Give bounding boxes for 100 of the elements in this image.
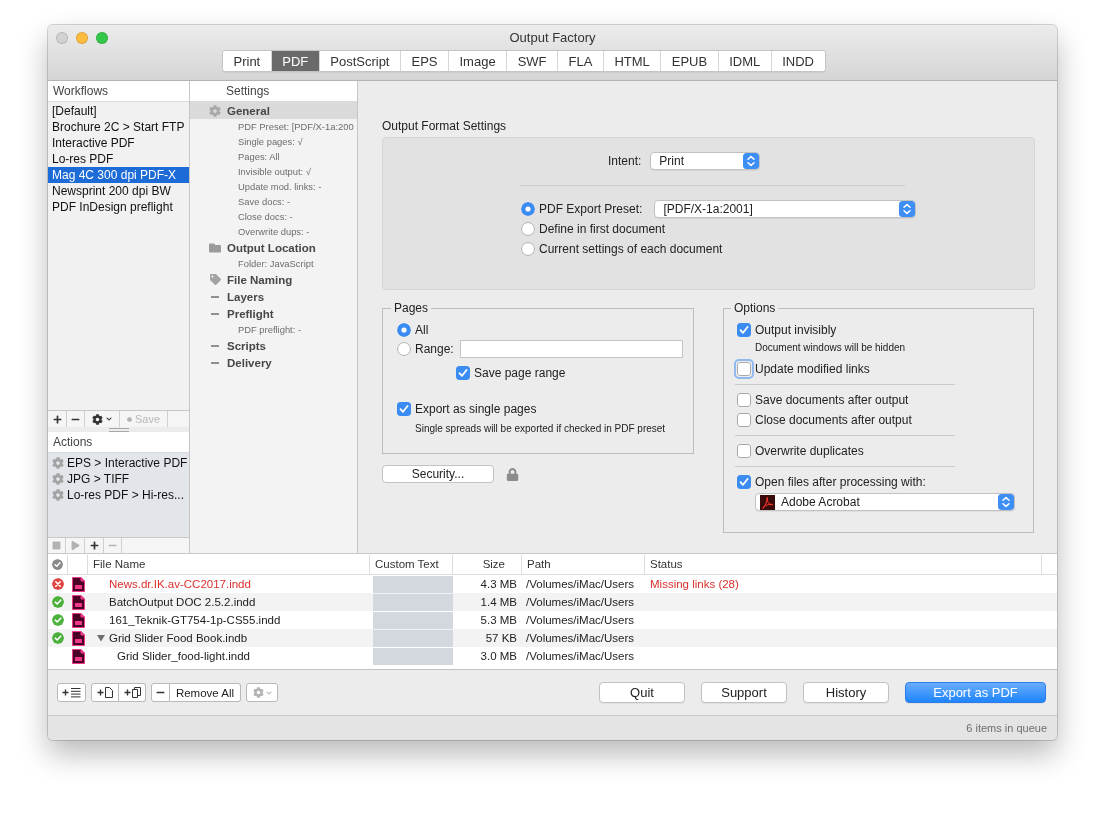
column-header[interactable]: Size	[453, 555, 522, 574]
custom-text-field[interactable]	[373, 575, 453, 593]
checkbox[interactable]	[737, 323, 751, 337]
workflow-item[interactable]: Mag 4C 300 dpi PDF-X	[48, 167, 189, 183]
format-tab[interactable]: HTML	[603, 51, 662, 71]
action-item[interactable]: Lo-res PDF > Hi-res...	[48, 487, 189, 503]
setting-summary: Pages: All	[237, 150, 281, 164]
settings-section[interactable]: Scripts	[190, 337, 357, 354]
status-text: 6 items in queue	[966, 722, 1047, 734]
disclosure-triangle-icon[interactable]	[97, 634, 105, 642]
intent-popup[interactable]: Print	[650, 152, 761, 170]
format-tab[interactable]: Print	[223, 51, 272, 71]
checkbox[interactable]	[737, 393, 751, 407]
setting-summary: Close docs: -	[237, 210, 294, 224]
format-tab[interactable]: Image	[449, 51, 508, 71]
custom-text-field[interactable]	[373, 593, 453, 611]
push-button[interactable]: History	[803, 682, 889, 703]
close-button[interactable]	[56, 31, 68, 44]
document-icon	[71, 594, 85, 610]
settings-section[interactable]: General	[190, 102, 357, 119]
dot-icon	[126, 416, 132, 422]
file-path: /Volumes/iMac/Users	[525, 596, 635, 608]
file-size: 1.4 MB	[479, 596, 518, 608]
file-name: Grid Slider_food-light.indd	[117, 650, 250, 662]
document-icon	[71, 612, 85, 628]
radio-button[interactable]	[521, 202, 535, 216]
option-label: Update modified links	[755, 362, 870, 376]
range-field[interactable]	[459, 340, 683, 358]
remove-all-button[interactable]: Remove All	[170, 683, 241, 702]
workflows-header: Workflows	[48, 81, 189, 102]
setting-summary: Folder: JavaScript	[237, 257, 315, 271]
gear-icon	[52, 473, 64, 485]
settings-section[interactable]: Output Location	[190, 239, 357, 256]
format-tab[interactable]: PostScript	[319, 51, 401, 71]
format-tab[interactable]: INDD	[771, 51, 825, 71]
workflow-item[interactable]: Interactive PDF	[48, 135, 189, 151]
radio-button[interactable]	[521, 222, 535, 236]
file-row[interactable]: Grid Slider Food Book.indb 57 KB /Volumes/iMac/Users	[48, 629, 1057, 647]
column-header[interactable]: Path	[522, 555, 645, 574]
workflow-item[interactable]: PDF InDesign preflight	[48, 199, 189, 215]
radio-button[interactable]	[521, 242, 535, 256]
option-label: Close documents after output	[755, 413, 912, 427]
setting-summary: Save docs: -	[237, 195, 292, 209]
add-file-button[interactable]	[91, 683, 119, 702]
option-label: Export as single pages	[415, 402, 537, 416]
column-header[interactable]: Status	[645, 555, 1042, 574]
app-icon	[760, 494, 775, 510]
push-button[interactable]: Quit	[599, 682, 685, 703]
lock-icon	[506, 467, 519, 481]
custom-text-field[interactable]	[373, 647, 453, 665]
add-file-icon	[97, 687, 113, 698]
zoom-button[interactable]	[96, 31, 108, 44]
add-files-button[interactable]	[119, 683, 146, 702]
settings-section[interactable]: Delivery	[190, 354, 357, 371]
checkbox[interactable]	[456, 366, 470, 380]
settings-section[interactable]: File Naming	[190, 271, 357, 288]
option-label: Overwrite duplicates	[755, 444, 864, 458]
action-item[interactable]: EPS > Interactive PDF	[48, 455, 189, 471]
column-header[interactable]: Custom Text	[370, 555, 453, 574]
add-list-icon	[62, 687, 81, 698]
updown-arrows-icon	[998, 494, 1014, 510]
setting-summary: Overwrite dups: -	[237, 225, 311, 239]
radio-button[interactable]	[397, 323, 411, 337]
push-button[interactable]: Support	[701, 682, 787, 703]
format-tab[interactable]: SWF	[507, 51, 559, 71]
action-item[interactable]: JPG > TIFF	[48, 471, 189, 487]
format-tab[interactable]: IDML	[718, 51, 772, 71]
checkbox[interactable]	[737, 475, 751, 489]
format-tab[interactable]: EPUB	[661, 51, 719, 71]
format-tab[interactable]: EPS	[401, 51, 449, 71]
column-header[interactable]: File Name	[88, 555, 370, 574]
checkbox[interactable]	[737, 413, 751, 427]
workflow-item[interactable]: Newsprint 200 dpi BW	[48, 183, 189, 199]
plus-icon	[89, 541, 99, 550]
file-name: 161_Teknik-GT754-1p-CS55.indd	[109, 614, 281, 626]
custom-text-field[interactable]	[373, 629, 453, 647]
settings-header: Settings	[190, 81, 357, 102]
add-list-button[interactable]	[57, 683, 86, 702]
workflow-item[interactable]: [Default]	[48, 103, 189, 119]
radio-button[interactable]	[397, 342, 411, 356]
format-tab[interactable]: FLA	[558, 51, 604, 71]
custom-text-field[interactable]	[373, 611, 453, 629]
minimize-button[interactable]	[76, 31, 88, 44]
security-button[interactable]: Security...	[382, 465, 494, 483]
grip-icon[interactable]	[108, 427, 129, 432]
settings-section[interactable]: Layers	[190, 288, 357, 305]
app-popup[interactable]: Adobe Acrobat	[755, 493, 1015, 511]
preset-popup[interactable]: [PDF/X-1a:2001]	[654, 200, 917, 218]
group-title: Options	[733, 301, 777, 315]
check-circle-icon	[52, 559, 63, 570]
dash-icon	[211, 295, 219, 298]
checkbox[interactable]	[737, 444, 751, 458]
settings-section[interactable]: Preflight	[190, 305, 357, 322]
workflow-item[interactable]: Brochure 2C > Start FTP	[48, 119, 189, 135]
check-circle-icon	[52, 614, 64, 626]
workflow-item[interactable]: Lo-res PDF	[48, 151, 189, 167]
app-name: Adobe Acrobat	[781, 495, 861, 509]
checkbox[interactable]	[397, 402, 411, 416]
file-row[interactable]: BatchOutput DOC 2.5.2.indd 1.4 MB /Volumes/iMac/Users	[48, 593, 1057, 611]
format-tab[interactable]: PDF	[271, 51, 320, 71]
